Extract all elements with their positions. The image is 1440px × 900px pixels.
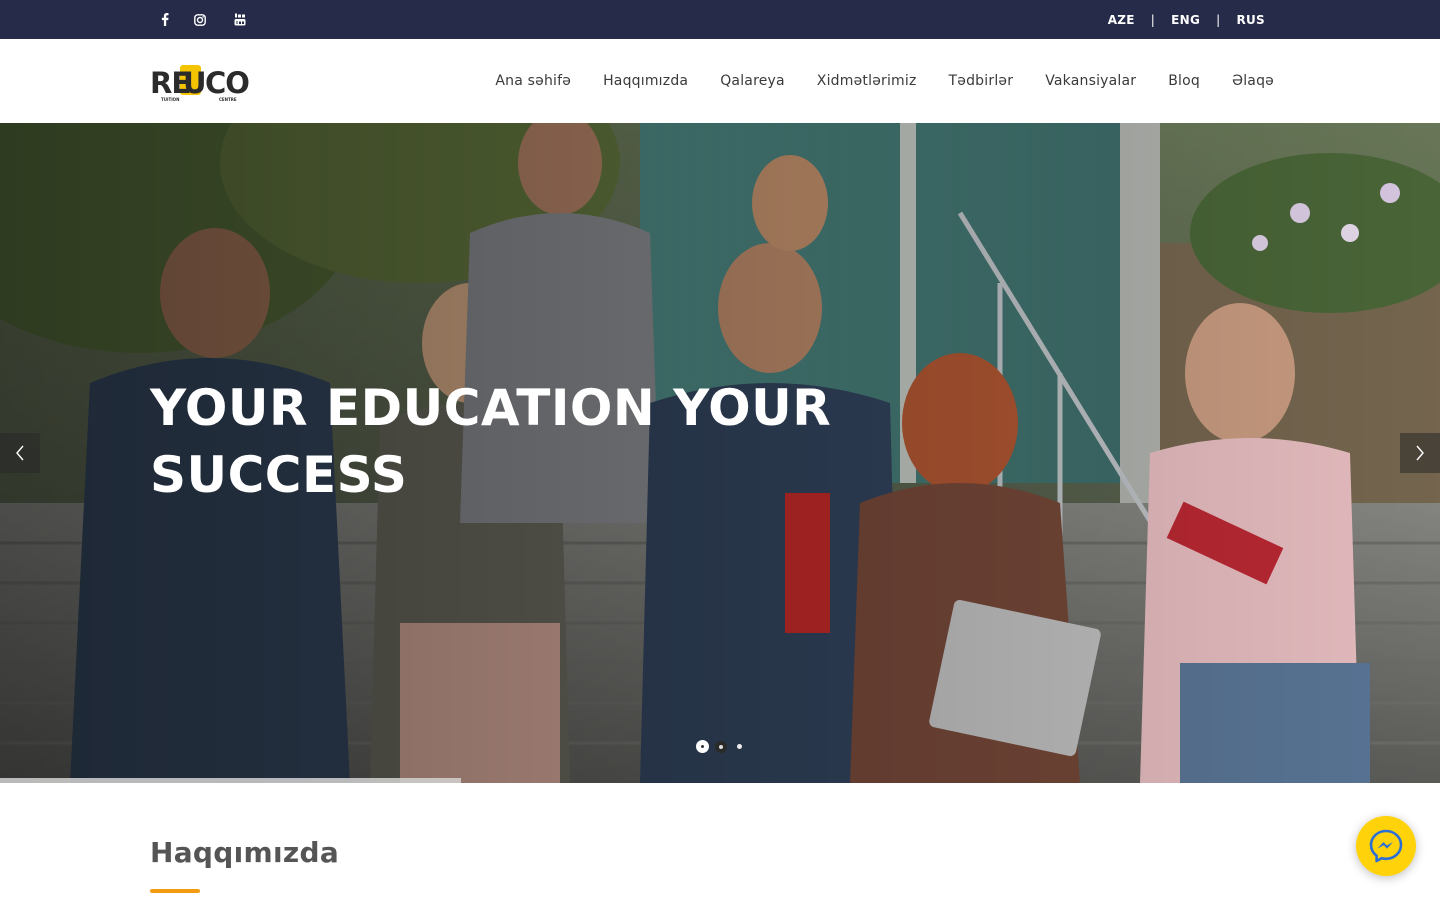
slider-progress-track xyxy=(0,778,1440,783)
lang-eng-link[interactable]: ENG xyxy=(1171,13,1200,27)
slider-dot-2[interactable] xyxy=(715,740,727,753)
site-header: RE U CO TUITION CENTRE Ana səhifə Haqqım… xyxy=(0,39,1440,123)
nav-vacancies[interactable]: Vakansiyalar xyxy=(1045,73,1136,89)
slider-prev-button[interactable] xyxy=(0,433,40,473)
svg-text:CO: CO xyxy=(205,66,249,100)
nav-gallery[interactable]: Qalareya xyxy=(720,73,785,89)
nav-about[interactable]: Haqqımızda xyxy=(603,73,688,89)
instagram-icon[interactable] xyxy=(180,0,220,39)
nav-services[interactable]: Xidmətlərimiz xyxy=(817,73,917,89)
hero-title: YOUR EDUCATION YOUR SUCCESS xyxy=(150,379,832,504)
top-bar: AZE | ENG | RUS xyxy=(0,0,1440,39)
nav-events[interactable]: Tədbirlər xyxy=(949,73,1014,89)
slider-dot-1[interactable] xyxy=(696,740,709,753)
chevron-right-icon xyxy=(1416,445,1424,461)
lang-separator: | xyxy=(1216,12,1221,27)
chevron-left-icon xyxy=(16,445,24,461)
youtube-icon[interactable] xyxy=(220,0,260,39)
nav-blog[interactable]: Bloq xyxy=(1168,73,1200,89)
slider-dot-3[interactable] xyxy=(737,744,742,749)
svg-text:CENTRE: CENTRE xyxy=(219,97,237,102)
title-underline xyxy=(150,889,200,893)
social-links xyxy=(150,0,260,39)
about-section-title: Haqqımızda xyxy=(150,836,340,869)
messenger-chat-button[interactable] xyxy=(1356,816,1416,876)
slider-pagination xyxy=(696,740,742,753)
hero-slider: YOUR EDUCATION YOUR SUCCESS xyxy=(0,123,1440,783)
svg-text:TUITION: TUITION xyxy=(161,97,179,102)
nav-contact[interactable]: Əlaqə xyxy=(1232,73,1274,89)
nav-home[interactable]: Ana səhifə xyxy=(495,73,571,89)
lang-rus-link[interactable]: RUS xyxy=(1236,13,1265,27)
messenger-icon xyxy=(1369,829,1403,863)
language-switcher: AZE | ENG | RUS xyxy=(1108,0,1265,39)
main-nav: Ana səhifə Haqqımızda Qalareya Xidmətlər… xyxy=(495,39,1274,123)
slider-next-button[interactable] xyxy=(1400,433,1440,473)
lang-separator: | xyxy=(1150,12,1156,27)
slider-progress-bar xyxy=(0,778,461,783)
facebook-icon[interactable] xyxy=(150,0,180,39)
svg-text:U: U xyxy=(183,66,206,100)
lang-aze-link[interactable]: AZE xyxy=(1108,13,1135,27)
reduco-logo[interactable]: RE U CO TUITION CENTRE xyxy=(150,63,258,103)
